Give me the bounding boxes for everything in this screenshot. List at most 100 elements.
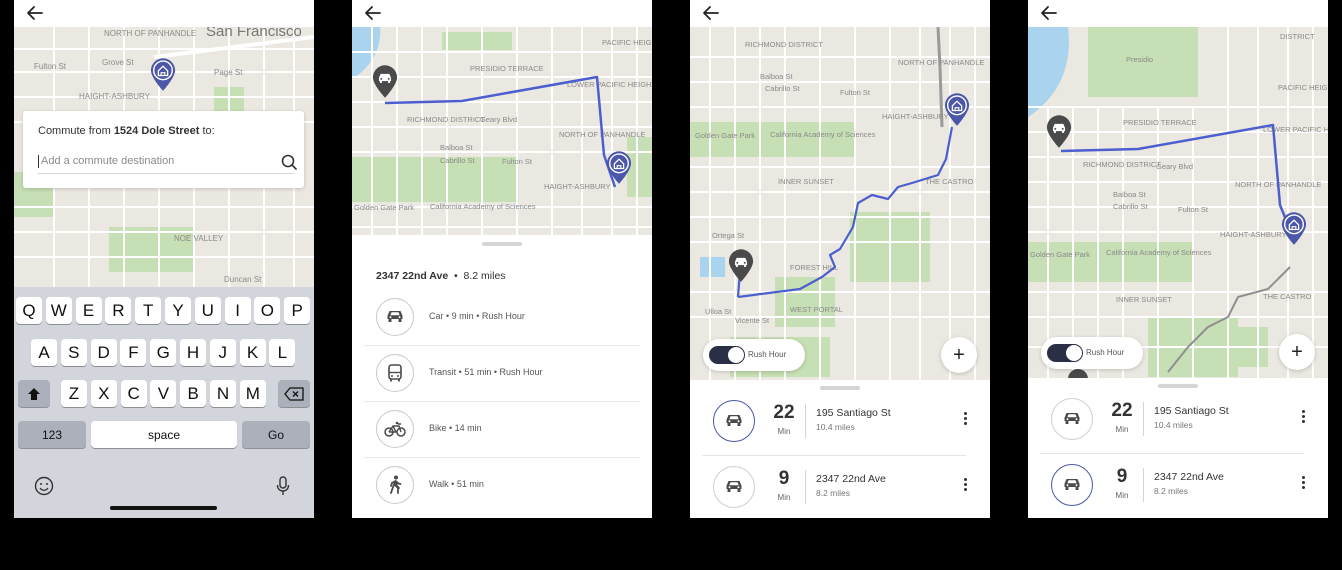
- commute-row[interactable]: 22 Min 195 Santiago St 10.4 miles: [1040, 387, 1306, 454]
- key-o[interactable]: O: [254, 297, 281, 324]
- key-a[interactable]: A: [31, 339, 57, 366]
- key-k[interactable]: K: [239, 339, 266, 366]
- commute-row[interactable]: 22 Min 195 Santiago St 10.4 miles: [702, 389, 968, 456]
- vehicle-icon-circle[interactable]: [713, 400, 755, 442]
- back-arrow-icon[interactable]: [364, 4, 382, 22]
- key-b[interactable]: B: [180, 380, 207, 407]
- commute-mode-row[interactable]: Transit • 51 min • Rush Hour: [364, 345, 640, 402]
- key-j[interactable]: J: [209, 339, 236, 366]
- shift-key[interactable]: [18, 380, 50, 407]
- key-c[interactable]: C: [120, 380, 147, 407]
- map-label: THE CASTRO: [925, 177, 974, 186]
- rush-hour-toggle-card: Rush Hour: [703, 339, 805, 371]
- more-options-icon[interactable]: [962, 412, 968, 428]
- key-f[interactable]: F: [120, 339, 147, 366]
- key-t[interactable]: T: [135, 297, 162, 324]
- key-m[interactable]: M: [239, 380, 266, 407]
- rush-hour-toggle[interactable]: [1047, 344, 1083, 362]
- add-commute-button[interactable]: +: [941, 337, 977, 373]
- map-label: DISTRICT: [1280, 32, 1315, 41]
- map[interactable]: RICHMOND DISTRICT Balboa St Cabrillo St …: [690, 27, 990, 380]
- map-label: Golden Gate Park: [1030, 250, 1090, 259]
- backspace-icon: [284, 386, 304, 401]
- emoji-icon[interactable]: [34, 476, 54, 496]
- map-label: Ortega St: [712, 231, 745, 240]
- add-commute-button[interactable]: +: [1279, 334, 1315, 370]
- commute-row[interactable]: 9 Min 2347 22nd Ave 8.2 miles: [702, 455, 968, 518]
- space-key[interactable]: space: [91, 421, 237, 448]
- text-caret: [38, 155, 39, 168]
- map-label: Fulton St: [1178, 205, 1209, 214]
- key-r[interactable]: R: [105, 297, 132, 324]
- map-label: San Francisco: [206, 27, 302, 40]
- commute-address: 195 Santiago St: [816, 407, 891, 419]
- numbers-key[interactable]: 123: [18, 421, 86, 448]
- key-d[interactable]: D: [90, 339, 117, 366]
- back-arrow-icon[interactable]: [1040, 4, 1058, 22]
- key-p[interactable]: P: [284, 297, 311, 324]
- key-h[interactable]: H: [180, 339, 206, 366]
- walk-icon: [388, 475, 402, 495]
- key-z[interactable]: Z: [61, 380, 87, 407]
- map[interactable]: Presidio DISTRICT PACIFIC HEIGHTS PRESID…: [1028, 27, 1328, 380]
- key-n[interactable]: N: [210, 380, 236, 407]
- screen-commute-list-b: Presidio DISTRICT PACIFIC HEIGHTS PRESID…: [1028, 0, 1328, 518]
- map-label: RICHMOND DISTRICT: [407, 115, 485, 124]
- key-g[interactable]: G: [150, 339, 177, 366]
- back-arrow-icon[interactable]: [702, 4, 720, 22]
- search-icon[interactable]: [281, 154, 297, 170]
- vehicle-icon-circle[interactable]: [1051, 398, 1093, 440]
- key-x[interactable]: X: [90, 380, 117, 407]
- mode-text: Transit • 51 min • Rush Hour: [429, 367, 543, 377]
- more-options-icon[interactable]: [1300, 476, 1306, 492]
- map-label: PRESIDIO TERRACE: [1123, 118, 1197, 127]
- map-label: NORTH OF PANHANDLE: [898, 58, 984, 67]
- key-w[interactable]: W: [45, 297, 72, 324]
- drag-handle[interactable]: [482, 242, 522, 246]
- key-q[interactable]: Q: [16, 297, 42, 324]
- divider: [805, 404, 806, 438]
- car-icon: [385, 309, 405, 325]
- commute-miles: 8.2 miles: [1154, 486, 1189, 496]
- backspace-key[interactable]: [278, 380, 310, 407]
- key-e[interactable]: E: [75, 297, 102, 324]
- commute-row[interactable]: 9 Min 2347 22nd Ave 8.2 miles: [1040, 453, 1306, 518]
- key-s[interactable]: S: [60, 339, 87, 366]
- mode-label: Car: [429, 311, 444, 321]
- key-l[interactable]: L: [269, 339, 296, 366]
- map-label: Golden Gate Park: [354, 203, 414, 212]
- key-u[interactable]: U: [194, 297, 221, 324]
- map-label: Vicente St: [735, 316, 770, 325]
- map-label: Ulloa St: [705, 307, 732, 316]
- commute-mode-row[interactable]: Walk • 51 min: [364, 457, 640, 513]
- mode-label: Walk: [429, 479, 449, 489]
- rush-hour-toggle[interactable]: [709, 346, 745, 364]
- map[interactable]: PRESIDIO TERRACE PACIFIC HEIGHTS LOWER P…: [352, 27, 652, 235]
- map-label: Presidio: [1126, 55, 1153, 64]
- more-options-icon[interactable]: [962, 478, 968, 494]
- key-v[interactable]: V: [150, 380, 177, 407]
- map-label: Geary Blvd: [480, 115, 517, 124]
- go-key[interactable]: Go: [242, 421, 310, 448]
- commute-mode-row[interactable]: Car • 9 min • Rush Hour: [364, 289, 640, 346]
- microphone-icon[interactable]: [276, 476, 290, 496]
- vehicle-icon-circle[interactable]: [713, 466, 755, 508]
- commute-destination-input[interactable]: [38, 149, 294, 174]
- map-label: THE CASTRO: [1263, 292, 1312, 301]
- map-label: Cabrillo St: [765, 84, 801, 93]
- mode-text: Walk • 51 min: [429, 479, 484, 489]
- top-bar: [352, 0, 652, 27]
- back-arrow-icon[interactable]: [26, 4, 44, 22]
- map-label: Balboa St: [1113, 190, 1146, 199]
- commute-mode-row[interactable]: Bike • 14 min: [364, 401, 640, 458]
- map-label: HAIGHT-ASHBURY: [544, 182, 611, 191]
- vehicle-icon-circle[interactable]: [1051, 464, 1093, 506]
- car-icon: [724, 479, 744, 495]
- key-i[interactable]: I: [224, 297, 251, 324]
- commute-miles: 10.4 miles: [1154, 420, 1193, 430]
- commute-list-sheet: 22 Min 195 Santiago St 10.4 miles 9 Min 2347 2…: [1028, 378, 1328, 516]
- more-options-icon[interactable]: [1300, 410, 1306, 426]
- key-y[interactable]: Y: [165, 297, 191, 324]
- commute-minutes: 22: [773, 402, 795, 423]
- map-label: Fulton St: [34, 62, 67, 71]
